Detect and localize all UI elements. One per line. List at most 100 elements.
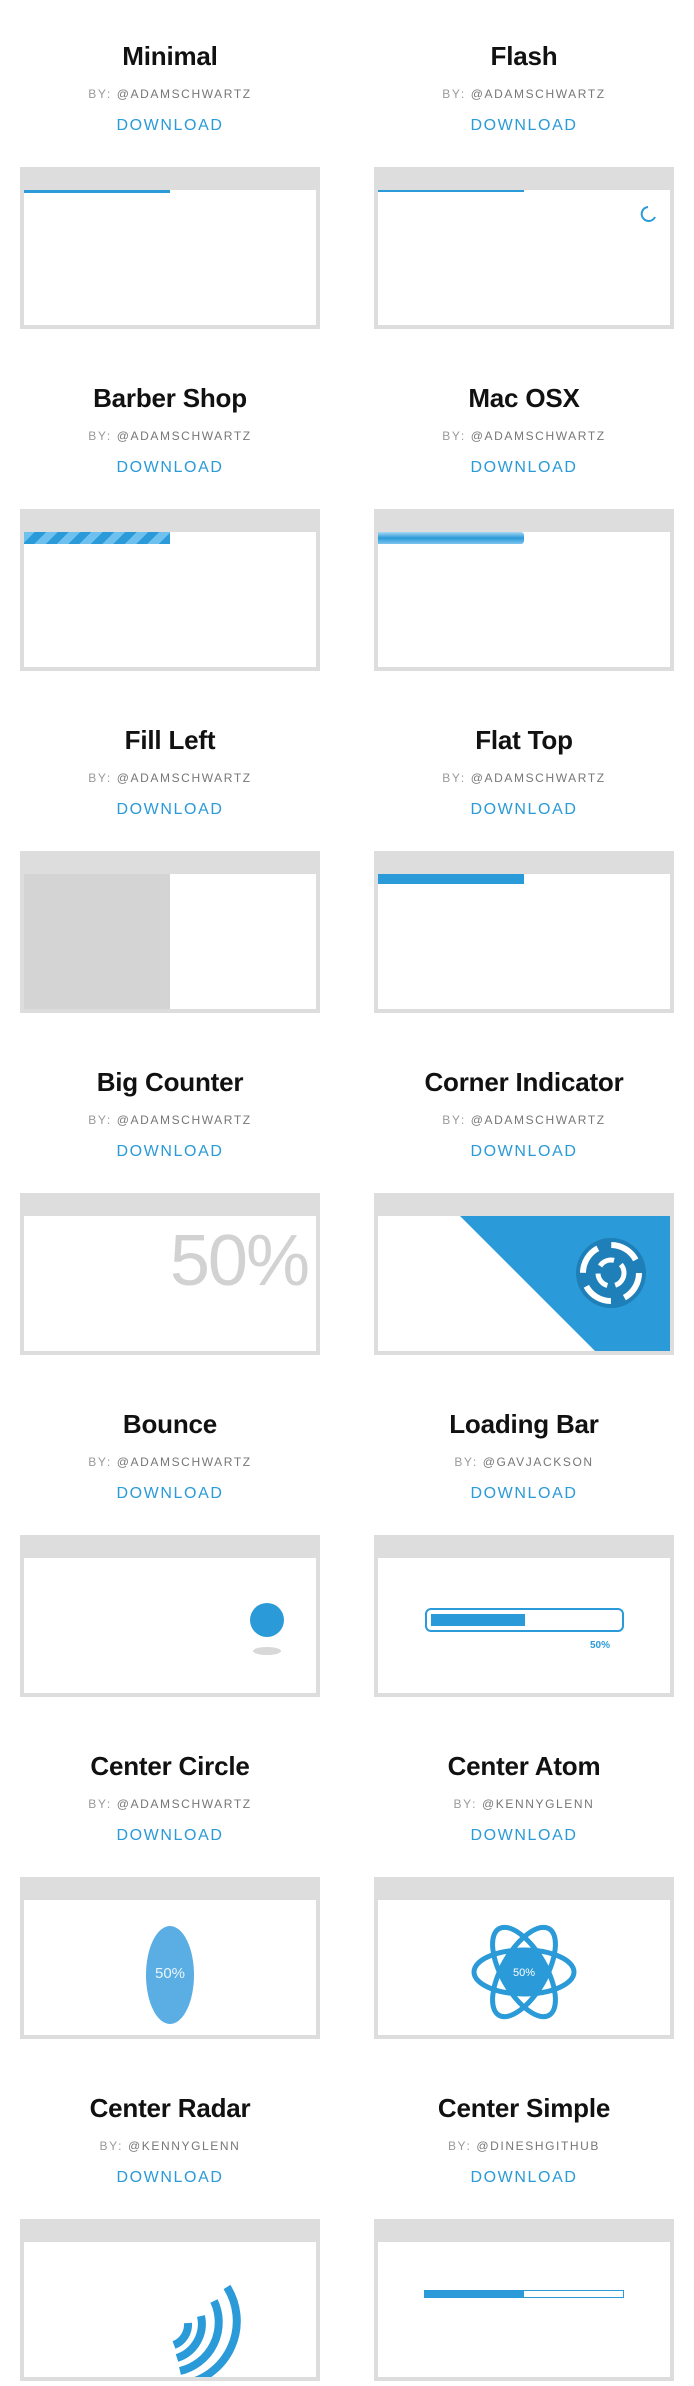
- theme-title: Center Atom: [447, 1751, 601, 1781]
- download-link[interactable]: DOWNLOAD: [374, 1142, 674, 1162]
- author-link[interactable]: @KENNYGLENN: [482, 1797, 594, 1811]
- author-link[interactable]: @ADAMSCHWARTZ: [117, 771, 252, 785]
- theme-title: Center Circle: [90, 1751, 250, 1781]
- download-link[interactable]: DOWNLOAD: [374, 2168, 674, 2188]
- theme-byline: BY: @ADAMSCHWARTZ: [20, 86, 320, 102]
- theme-title: Minimal: [122, 41, 218, 71]
- theme-card-center-circle: Center Circle BY: @ADAMSCHWARTZ DOWNLOAD: [20, 1750, 320, 1846]
- author-link[interactable]: @ADAMSCHWARTZ: [471, 1113, 606, 1127]
- by-label: BY:: [454, 1455, 478, 1469]
- browser-chrome: [24, 1197, 316, 1216]
- loading-bar-fill: [431, 1614, 525, 1626]
- author-link[interactable]: @ADAMSCHWARTZ: [117, 429, 252, 443]
- glossy-progress-bar: [378, 532, 524, 544]
- author-link[interactable]: @GAVJACKSON: [483, 1455, 594, 1469]
- theme-byline: BY: @ADAMSCHWARTZ: [374, 428, 674, 444]
- corner-indicator-graphic: [460, 1216, 670, 1351]
- browser-chrome: [378, 513, 670, 532]
- browser-chrome: [24, 1881, 316, 1900]
- preview-bounce: [20, 1535, 320, 1697]
- author-link[interactable]: @ADAMSCHWARTZ: [471, 429, 606, 443]
- theme-byline: BY: @ADAMSCHWARTZ: [20, 428, 320, 444]
- striped-progress-bar: [24, 532, 170, 544]
- author-link[interactable]: @ADAMSCHWARTZ: [471, 87, 606, 101]
- author-link[interactable]: @ADAMSCHWARTZ: [471, 771, 606, 785]
- theme-byline: BY: @ADAMSCHWARTZ: [374, 86, 674, 102]
- preview-center-simple: [374, 2219, 674, 2381]
- preview-mac-osx: [374, 509, 674, 671]
- preview-corner-indicator: [374, 1193, 674, 1355]
- preview-fill-left: [20, 851, 320, 1013]
- theme-byline: BY: @KENNYGLENN: [374, 1796, 674, 1812]
- theme-title: Center Radar: [89, 2093, 251, 2123]
- theme-card-center-simple: Center Simple BY: @DINESHGITHUB DOWNLOAD: [374, 2092, 674, 2188]
- theme-byline: BY: @ADAMSCHWARTZ: [20, 1796, 320, 1812]
- big-counter-text: 50%: [169, 1221, 310, 1301]
- theme-title: Loading Bar: [449, 1409, 599, 1439]
- by-label: BY:: [447, 2139, 472, 2153]
- atom-graphic: 50%: [471, 1924, 577, 2020]
- theme-title: Flash: [490, 41, 558, 71]
- preview-loading-bar: 50%: [374, 1535, 674, 1697]
- author-link[interactable]: @KENNYGLENN: [128, 2139, 240, 2153]
- radar-graphic: [172, 2284, 241, 2377]
- theme-byline: BY: @KENNYGLENN: [20, 2138, 320, 2154]
- browser-chrome: [378, 855, 670, 874]
- loading-bar-frame: [425, 1608, 624, 1632]
- preview-barber-shop: [20, 509, 320, 671]
- browser-chrome: [24, 855, 316, 874]
- author-link[interactable]: @ADAMSCHWARTZ: [117, 1113, 252, 1127]
- download-link[interactable]: DOWNLOAD: [20, 800, 320, 820]
- theme-byline: BY: @DINESHGITHUB: [374, 2138, 674, 2154]
- by-label: BY:: [442, 87, 466, 101]
- browser-chrome: [24, 171, 316, 190]
- theme-byline: BY: @ADAMSCHWARTZ: [20, 770, 320, 786]
- indicator-shadow: [576, 1238, 646, 1308]
- theme-card-fill-left: Fill Left BY: @ADAMSCHWARTZ DOWNLOAD: [20, 724, 320, 820]
- bouncing-ball: [250, 1603, 284, 1637]
- author-link[interactable]: @ADAMSCHWARTZ: [117, 1797, 252, 1811]
- theme-title: Bounce: [122, 1409, 218, 1439]
- theme-title: Center Simple: [437, 2093, 611, 2123]
- download-link[interactable]: DOWNLOAD: [20, 458, 320, 478]
- by-label: BY:: [442, 771, 466, 785]
- download-link[interactable]: DOWNLOAD: [374, 800, 674, 820]
- spinner-icon: [640, 206, 656, 222]
- download-link[interactable]: DOWNLOAD: [20, 116, 320, 136]
- download-link[interactable]: DOWNLOAD: [20, 1484, 320, 1504]
- download-link[interactable]: DOWNLOAD: [20, 1142, 320, 1162]
- theme-byline: BY: @ADAMSCHWARTZ: [374, 1112, 674, 1128]
- theme-title: Flat Top: [475, 725, 573, 755]
- theme-byline: BY: @ADAMSCHWARTZ: [20, 1112, 320, 1128]
- download-link[interactable]: DOWNLOAD: [374, 116, 674, 136]
- download-link[interactable]: DOWNLOAD: [374, 1484, 674, 1504]
- theme-card-flat-top: Flat Top BY: @ADAMSCHWARTZ DOWNLOAD: [374, 724, 674, 820]
- theme-card-mac-osx: Mac OSX BY: @ADAMSCHWARTZ DOWNLOAD: [374, 382, 674, 478]
- by-label: BY:: [88, 1797, 112, 1811]
- theme-title: Corner Indicator: [424, 1067, 624, 1097]
- by-label: BY:: [88, 429, 112, 443]
- flat-progress-bar: [378, 874, 524, 884]
- download-link[interactable]: DOWNLOAD: [20, 1826, 320, 1846]
- theme-card-loading-bar: Loading Bar BY: @GAVJACKSON DOWNLOAD: [374, 1408, 674, 1504]
- center-circle-percent: 50%: [154, 1965, 186, 1982]
- author-link[interactable]: @ADAMSCHWARTZ: [117, 1455, 252, 1469]
- theme-card-center-atom: Center Atom BY: @KENNYGLENN DOWNLOAD: [374, 1750, 674, 1846]
- download-link[interactable]: DOWNLOAD: [20, 2168, 320, 2188]
- preview-big-counter: 50%: [20, 1193, 320, 1355]
- by-label: BY:: [99, 2139, 124, 2153]
- theme-byline: BY: @GAVJACKSON: [374, 1454, 674, 1470]
- author-link[interactable]: @ADAMSCHWARTZ: [117, 87, 252, 101]
- by-label: BY:: [442, 429, 466, 443]
- simple-bar-track: [424, 2290, 624, 2298]
- browser-chrome: [378, 2223, 670, 2242]
- theme-title: Mac OSX: [468, 383, 580, 413]
- by-label: BY:: [88, 87, 112, 101]
- bounce-graphic: [250, 1603, 284, 1655]
- theme-byline: BY: @ADAMSCHWARTZ: [374, 770, 674, 786]
- download-link[interactable]: DOWNLOAD: [374, 458, 674, 478]
- progress-bar: [24, 190, 170, 193]
- author-link[interactable]: @DINESHGITHUB: [476, 2139, 600, 2153]
- theme-card-minimal: Minimal BY: @ADAMSCHWARTZ DOWNLOAD: [20, 40, 320, 136]
- download-link[interactable]: DOWNLOAD: [374, 1826, 674, 1846]
